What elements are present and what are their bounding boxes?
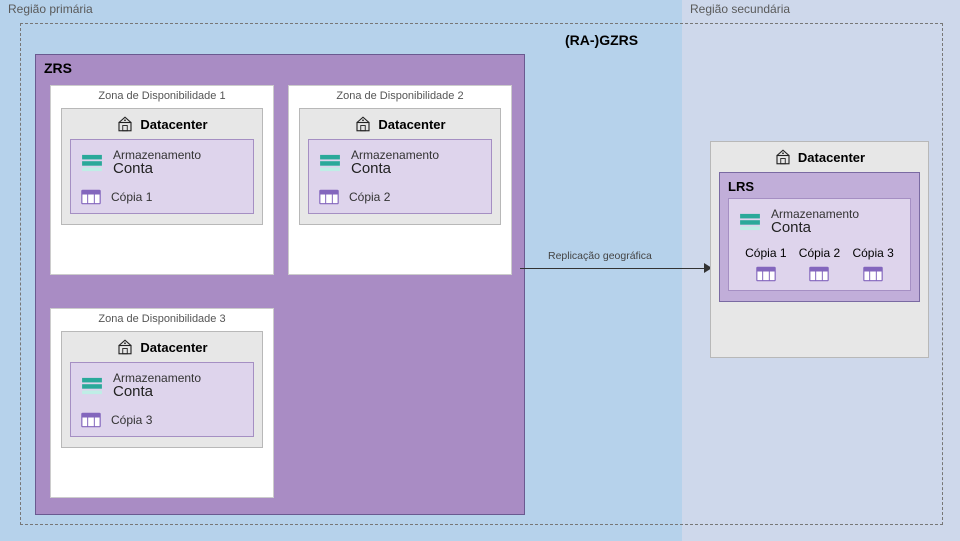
zrs-box: ZRS Zona de Disponibilidade 1 Datacenter… xyxy=(35,54,525,515)
copy-label: Cópia 3 xyxy=(852,246,893,260)
storage-icon xyxy=(81,154,103,172)
copy-icon xyxy=(81,412,101,428)
datacenter-title: Datacenter xyxy=(140,340,207,355)
datacenter-icon xyxy=(116,338,134,356)
copy-label: Cópia 1 xyxy=(111,190,152,204)
az-label: Zona de Disponibilidade 3 xyxy=(51,309,273,331)
datacenter-title: Datacenter xyxy=(798,150,865,165)
availability-zone-2: Zona de Disponibilidade 2 Datacenter Arm… xyxy=(288,85,512,275)
storage-icon xyxy=(319,154,341,172)
storage-icon xyxy=(81,377,103,395)
copy-label: Cópia 2 xyxy=(349,190,390,204)
secondary-datacenter-box: Datacenter LRS Armazenamento Conta Cópia… xyxy=(710,141,929,358)
geo-replication-arrow xyxy=(520,268,708,269)
geo-replication-label: Replicação geográfica xyxy=(548,250,652,262)
datacenter-icon xyxy=(354,115,372,133)
account-label: Conta xyxy=(113,383,201,400)
copy-label: Cópia 3 xyxy=(111,413,152,427)
gzrs-label: (RA-)GZRS xyxy=(565,32,638,48)
copies-icons-row xyxy=(739,266,900,282)
copy-icon xyxy=(81,189,101,205)
diagram-canvas: Região primária Região secundária (RA-)G… xyxy=(0,0,960,541)
region-primary-label: Região primária xyxy=(8,2,93,16)
datacenter-box: Datacenter Armazenamento Conta Có xyxy=(61,331,263,448)
account-label: Conta xyxy=(113,160,201,177)
availability-zone-3: Zona de Disponibilidade 3 Datacenter Arm… xyxy=(50,308,274,498)
availability-zone-1: Zona de Disponibilidade 1 Datacenter Arm… xyxy=(50,85,274,275)
copy-label: Cópia 2 xyxy=(799,246,840,260)
az-label: Zona de Disponibilidade 2 xyxy=(289,86,511,108)
copy-icon xyxy=(809,266,829,282)
datacenter-box: Datacenter Armazenamento Conta Có xyxy=(61,108,263,225)
copy-icon xyxy=(756,266,776,282)
datacenter-icon xyxy=(116,115,134,133)
zrs-label: ZRS xyxy=(44,60,72,76)
copy-label: Cópia 1 xyxy=(745,246,786,260)
copies-labels-row: Cópia 1 Cópia 2 Cópia 3 xyxy=(739,246,900,260)
account-label: Conta xyxy=(351,160,439,177)
az-label: Zona de Disponibilidade 1 xyxy=(51,86,273,108)
storage-icon xyxy=(739,213,761,231)
datacenter-title: Datacenter xyxy=(140,117,207,132)
datacenter-icon xyxy=(774,148,792,166)
storage-account-box: Armazenamento Conta Cópia 1 Cópia 2 Cópi… xyxy=(728,198,911,291)
copy-icon xyxy=(319,189,339,205)
storage-account-box: Armazenamento Conta Cópia 2 xyxy=(308,139,492,214)
copy-icon xyxy=(863,266,883,282)
lrs-box: LRS Armazenamento Conta Cópia 1 Cópia 2 … xyxy=(719,172,920,302)
storage-account-box: Armazenamento Conta Cópia 1 xyxy=(70,139,254,214)
datacenter-title: Datacenter xyxy=(378,117,445,132)
region-secondary-label: Região secundária xyxy=(690,2,790,16)
datacenter-box: Datacenter Armazenamento Conta Có xyxy=(299,108,501,225)
storage-account-box: Armazenamento Conta Cópia 3 xyxy=(70,362,254,437)
lrs-label: LRS xyxy=(728,179,911,198)
account-label: Conta xyxy=(771,219,859,236)
